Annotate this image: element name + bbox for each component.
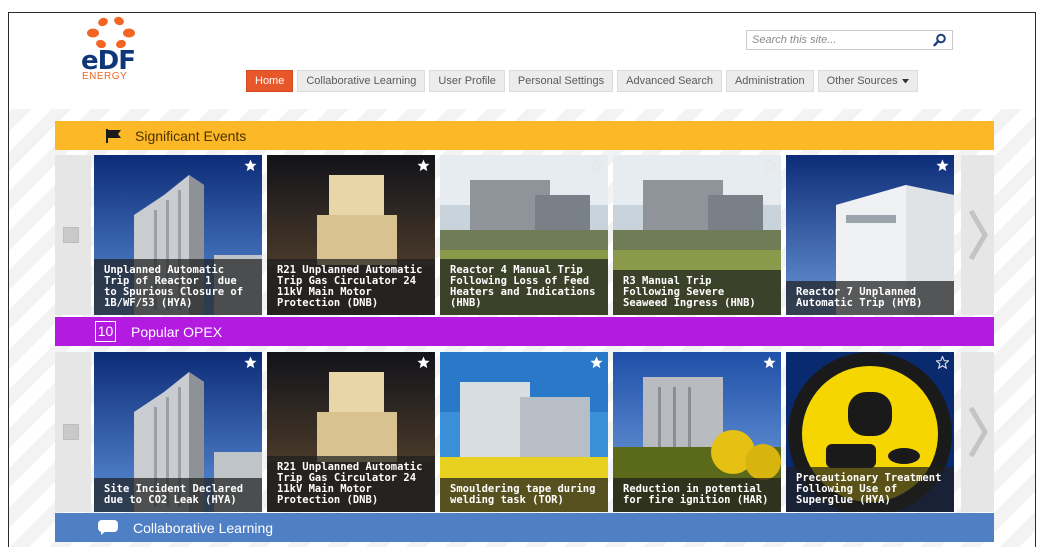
search-button[interactable] bbox=[931, 32, 949, 48]
collaborative-learning-title: Collaborative Learning bbox=[133, 519, 274, 536]
chevron-right-icon[interactable] bbox=[965, 404, 991, 460]
opex-card[interactable]: R21 Unplanned Automatic Trip Gas Circula… bbox=[267, 352, 435, 512]
significant-events-carousel: Unplanned Automatic Trip of Reactor 1 du… bbox=[55, 155, 994, 315]
edf-sun-icon bbox=[87, 16, 135, 49]
tab-user-profile[interactable]: User Profile bbox=[429, 70, 505, 92]
carousel-next-area bbox=[961, 155, 994, 315]
star-icon[interactable] bbox=[244, 356, 257, 369]
star-outline-icon[interactable] bbox=[590, 159, 603, 172]
popular-opex-bar: 10 Popular OPEX bbox=[55, 317, 994, 346]
significant-events-title: Significant Events bbox=[135, 127, 247, 144]
collaborative-learning-bar: Collaborative Learning bbox=[55, 513, 994, 542]
event-card-caption: Unplanned Automatic Trip of Reactor 1 du… bbox=[94, 259, 262, 315]
event-card[interactable]: R3 Manual Trip Following Severe Seaweed … bbox=[613, 155, 781, 315]
opex-card[interactable]: Precautionary Treatment Following Use of… bbox=[786, 352, 954, 512]
tab-advanced-search[interactable]: Advanced Search bbox=[617, 70, 722, 92]
star-icon[interactable] bbox=[417, 159, 430, 172]
tab-home[interactable]: Home bbox=[246, 70, 294, 92]
logo-sub-text: ENERGY bbox=[82, 71, 128, 82]
event-card-caption: R3 Manual Trip Following Severe Seaweed … bbox=[613, 270, 781, 315]
chevron-right-icon[interactable] bbox=[965, 207, 991, 263]
search-input[interactable] bbox=[747, 31, 927, 49]
significant-events-bar: Significant Events bbox=[55, 121, 994, 150]
event-card[interactable]: R21 Unplanned Automatic Trip Gas Circula… bbox=[267, 155, 435, 315]
tab-collaborative-learning[interactable]: Collaborative Learning bbox=[297, 70, 426, 92]
popular-opex-title: Popular OPEX bbox=[131, 323, 223, 340]
opex-card[interactable]: Smouldering tape during welding task (TO… bbox=[440, 352, 608, 512]
opex-card-caption: R21 Unplanned Automatic Trip Gas Circula… bbox=[267, 456, 435, 512]
speech-bubble-icon bbox=[98, 520, 118, 535]
star-icon[interactable] bbox=[590, 356, 603, 369]
tab-personal-settings[interactable]: Personal Settings bbox=[508, 70, 614, 92]
search-icon bbox=[933, 33, 946, 47]
carousel-next-area bbox=[961, 352, 994, 512]
event-card[interactable]: Reactor 4 Manual Trip Following Loss of … bbox=[440, 155, 608, 315]
star-outline-icon[interactable] bbox=[763, 159, 776, 172]
star-icon[interactable] bbox=[244, 159, 257, 172]
opex-card-caption: Site Incident Declared due to CO2 Leak (… bbox=[94, 478, 262, 512]
event-card-caption: Reactor 7 Unplanned Automatic Trip (HYB) bbox=[786, 281, 954, 315]
carousel-prev-button[interactable] bbox=[63, 227, 79, 243]
star-icon[interactable] bbox=[417, 356, 430, 369]
site-search bbox=[746, 30, 953, 50]
event-card-caption: R21 Unplanned Automatic Trip Gas Circula… bbox=[267, 259, 435, 315]
star-outline-icon[interactable] bbox=[936, 356, 949, 369]
site-header: eDF ENERGY Home Collaborative Learning U… bbox=[9, 13, 1035, 109]
carousel-prev-area bbox=[55, 155, 91, 315]
edf-logo[interactable]: eDF ENERGY bbox=[81, 16, 151, 82]
event-card[interactable]: Unplanned Automatic Trip of Reactor 1 du… bbox=[94, 155, 262, 315]
carousel-prev-button[interactable] bbox=[63, 424, 79, 440]
opex-card-caption: Smouldering tape during welding task (TO… bbox=[440, 478, 608, 512]
event-card[interactable]: Reactor 7 Unplanned Automatic Trip (HYB) bbox=[786, 155, 954, 315]
opex-card-caption: Reduction in potential for fire ignition… bbox=[613, 478, 781, 512]
popular-count-badge: 10 bbox=[95, 321, 116, 342]
flag-icon bbox=[106, 128, 121, 143]
opex-card-caption: Precautionary Treatment Following Use of… bbox=[786, 467, 954, 512]
star-icon[interactable] bbox=[936, 159, 949, 172]
popular-opex-carousel: Site Incident Declared due to CO2 Leak (… bbox=[55, 352, 994, 512]
caret-down-icon bbox=[901, 78, 909, 83]
tab-other-sources[interactable]: Other Sources bbox=[817, 70, 918, 92]
carousel-prev-area bbox=[55, 352, 91, 512]
star-icon[interactable] bbox=[763, 356, 776, 369]
tab-other-sources-label: Other Sources bbox=[826, 75, 898, 87]
page-frame: eDF ENERGY Home Collaborative Learning U… bbox=[8, 12, 1036, 547]
main-nav: Home Collaborative Learning User Profile… bbox=[246, 70, 918, 92]
opex-card[interactable]: Reduction in potential for fire ignition… bbox=[613, 352, 781, 512]
opex-card[interactable]: Site Incident Declared due to CO2 Leak (… bbox=[94, 352, 262, 512]
event-card-caption: Reactor 4 Manual Trip Following Loss of … bbox=[440, 259, 608, 315]
tab-administration[interactable]: Administration bbox=[725, 70, 814, 92]
